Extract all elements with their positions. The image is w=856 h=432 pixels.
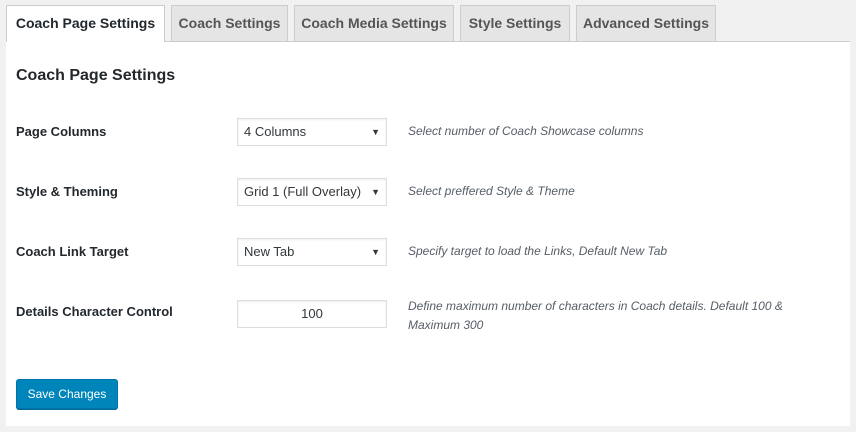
chevron-down-icon: ▼ xyxy=(371,127,380,137)
chevron-down-icon: ▼ xyxy=(371,187,380,197)
panel-title: Coach Page Settings xyxy=(16,67,176,84)
link-target-select[interactable]: New Tab ▼ xyxy=(237,238,387,266)
char-control-label: Details Character Control xyxy=(16,304,173,319)
tab-coach-page-settings[interactable]: Coach Page Settings xyxy=(6,5,165,42)
link-target-value: New Tab xyxy=(244,244,295,259)
style-theming-label: Style & Theming xyxy=(16,184,118,199)
tab-coach-settings[interactable]: Coach Settings xyxy=(171,5,288,41)
char-control-description: Define maximum number of characters in C… xyxy=(408,299,783,332)
page-columns-value: 4 Columns xyxy=(244,124,307,139)
page-columns-description: Select number of Coach Showcase columns xyxy=(408,124,644,138)
style-theming-value: Grid 1 (Full Overlay) xyxy=(244,184,362,199)
style-theming-select[interactable]: Grid 1 (Full Overlay) ▼ xyxy=(237,178,387,206)
tab-style-settings[interactable]: Style Settings xyxy=(460,5,570,41)
tab-advanced-settings[interactable]: Advanced Settings xyxy=(576,5,716,41)
page-columns-label: Page Columns xyxy=(16,124,107,139)
page-columns-select[interactable]: 4 Columns ▼ xyxy=(237,118,387,146)
chevron-down-icon: ▼ xyxy=(371,247,380,257)
style-theming-description: Select preffered Style & Theme xyxy=(408,184,575,198)
save-changes-button[interactable]: Save Changes xyxy=(16,379,118,409)
link-target-label: Coach Link Target xyxy=(16,244,129,259)
char-control-input[interactable]: 100 xyxy=(237,300,387,328)
tab-coach-media-settings[interactable]: Coach Media Settings xyxy=(294,5,454,41)
link-target-description: Specify target to load the Links, Defaul… xyxy=(408,244,668,258)
settings-panel: Coach Page Settings Page Columns 4 Colum… xyxy=(6,41,850,426)
